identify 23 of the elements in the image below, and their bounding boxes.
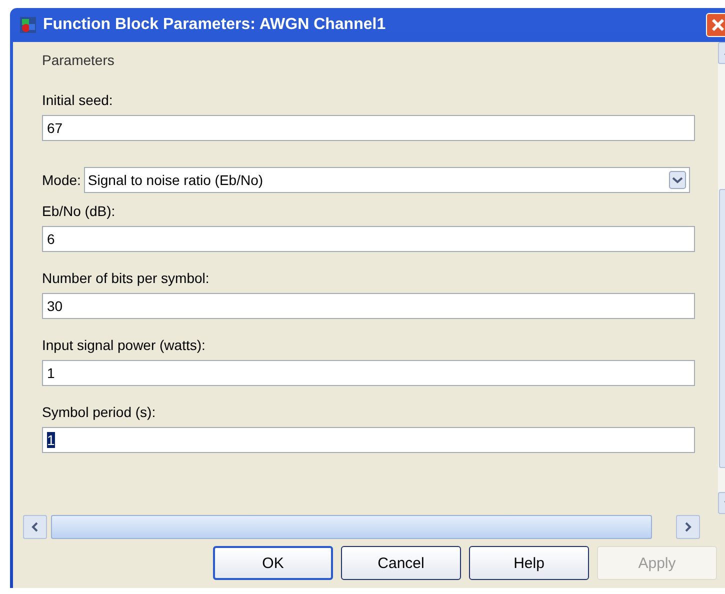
field-label: Number of bits per symbol: — [42, 270, 210, 286]
close-icon — [711, 18, 725, 32]
scroll-right-button[interactable] — [676, 515, 700, 539]
field-label: Symbol period (s): — [42, 404, 157, 420]
group-title: Parameters — [42, 52, 116, 68]
input-field[interactable]: 6 — [42, 226, 695, 252]
input-field[interactable]: 30 — [42, 293, 695, 319]
horizontal-scrollbar[interactable] — [23, 514, 700, 540]
field-label: Mode: — [42, 172, 81, 188]
input-field[interactable]: 67 — [42, 115, 695, 141]
mode-dropdown[interactable]: Signal to noise ratio (Eb/No) — [84, 167, 690, 193]
dialog-button[interactable]: Cancel — [341, 546, 461, 580]
field-label: Eb/No (dB): — [42, 203, 116, 219]
dialog-button[interactable]: Help — [469, 546, 589, 580]
window-title: Function Block Parameters: AWGN Channel1 — [43, 16, 387, 34]
close-button[interactable] — [706, 13, 725, 37]
input-field[interactable]: 1 — [42, 360, 695, 386]
input-field[interactable]: 1 — [42, 427, 695, 453]
block-diagram-icon — [19, 16, 37, 34]
field-label: Input signal power (watts): — [42, 337, 206, 353]
field-label: Initial seed: — [42, 92, 114, 108]
scroll-left-button[interactable] — [23, 515, 47, 539]
dialog-button[interactable]: OK — [213, 546, 333, 580]
